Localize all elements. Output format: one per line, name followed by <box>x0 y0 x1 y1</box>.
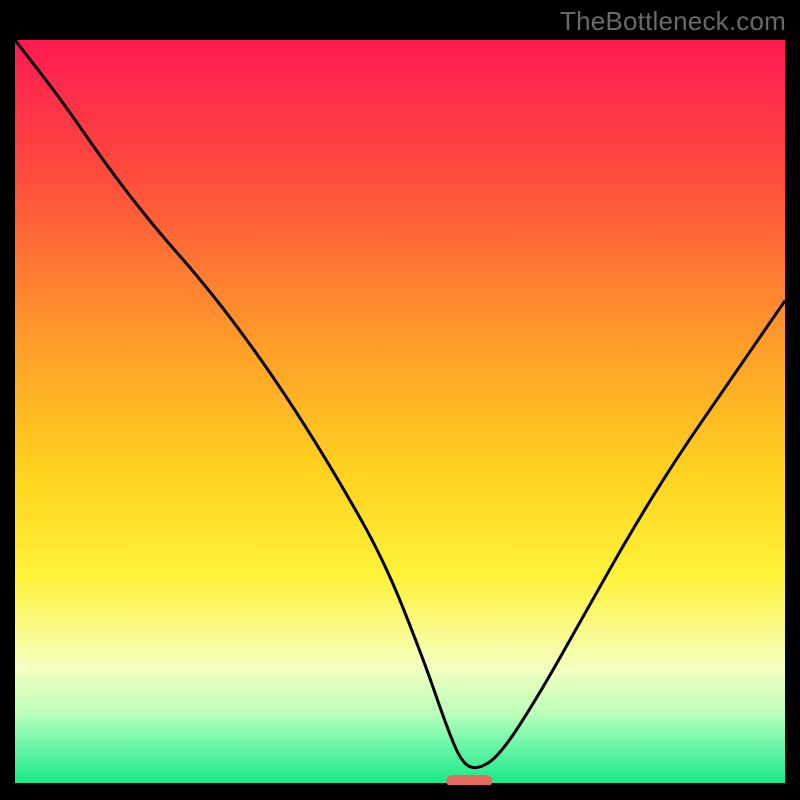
gradient-background <box>15 40 785 785</box>
watermark-text: TheBottleneck.com <box>560 6 786 37</box>
bottleneck-chart <box>15 40 785 785</box>
chart-frame <box>15 40 785 785</box>
optimal-marker <box>446 775 492 785</box>
floor-line <box>15 783 785 785</box>
